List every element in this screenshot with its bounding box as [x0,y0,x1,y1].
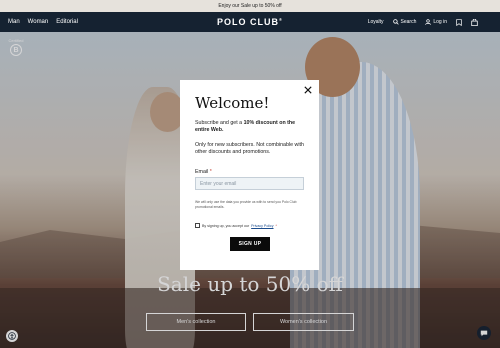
nav-loyalty[interactable]: Loyalty [368,19,384,25]
nav-search[interactable]: Search [392,19,417,25]
email-field[interactable] [195,177,304,190]
newsletter-modal: Welcome! Subscribe and get a 10% discoun… [180,80,319,270]
nav-search-label: Search [400,19,417,25]
announcement-bar[interactable]: Enjoy our Sale up to 50% off [0,0,500,12]
required-marker: * [209,169,212,175]
consent-required-marker: * [275,223,277,228]
modal-offer: Subscribe and get a 10% discount on the … [195,120,310,134]
nav-login-label: Log in [433,19,447,25]
nav-right: Loyalty Search Log in [368,18,478,26]
search-icon [392,19,399,25]
legal-text: We will only use the data you provide us… [195,200,297,209]
nav-login[interactable]: Log in [425,19,447,25]
bag-icon[interactable] [471,18,478,26]
privacy-consent: By signing up, you accept our Privacy Po… [195,223,277,228]
user-icon [425,19,432,25]
consent-checkbox[interactable] [195,223,200,228]
announcement-text[interactable]: Enjoy our Sale up to 50% off [218,3,281,9]
signup-button[interactable]: SIGN UP [230,237,270,251]
offer-text: Subscribe and get a [195,120,244,126]
email-label: Email * [195,169,212,175]
top-nav: Man Woman Editorial POLO CLUB® Loyalty S… [0,12,500,32]
modal-title: Welcome! [195,94,270,112]
modal-note: Only for new subscribers. Not combinable… [195,142,304,155]
consent-text: By signing up, you accept our [202,223,250,228]
bookmark-icon[interactable] [456,18,462,26]
privacy-policy-link[interactable]: Privacy Policy [251,224,273,228]
close-icon[interactable] [304,86,312,94]
